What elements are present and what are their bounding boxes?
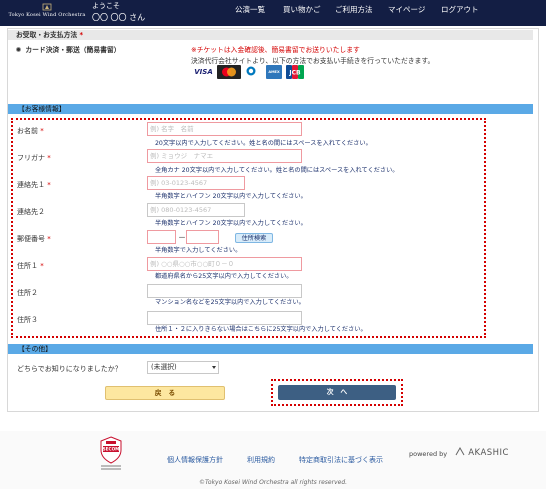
furigana-hint: 全角カナ 20文字以内で入力してください。姓と名の間にはスペースを入れてください… [155,167,399,174]
required-mark: * [47,181,51,189]
akashic-logo[interactable]: AKASHIC [455,446,509,458]
field-label-phone1: 連絡先１ * [17,180,51,190]
user-name: 〇〇 〇〇 さん [92,13,146,22]
label-text: フリガナ [17,154,45,162]
privacy-policy-link[interactable]: 個人情報保護方針 [167,455,223,465]
payment-option-label: カード決済・郵送（簡易書留） [25,46,121,54]
name-hint: 20文字以内で入力してください。姓と名の間にはスペースを入れてください。 [155,140,372,147]
back-button[interactable]: 戻 る [105,386,225,400]
secom-badge: SECOM [100,436,122,464]
akashic-mark-icon [455,446,465,456]
label-text: お名前 [17,127,38,135]
address1-input[interactable]: 例) ○○県○○市○○町０－０ [147,257,302,271]
referral-question: どちらでお知りになりましたか？ [17,365,122,373]
payment-note: 決済代行会社サイトより、以下の方法でお支払い手続きを行っていただきます。 [191,57,435,65]
address1-hint: 都道府県名から25文字以内で入力してください。 [155,273,293,280]
payment-option[interactable]: カード決済・郵送（簡易書留） [16,44,121,54]
field-label-furigana: フリガナ * [17,153,51,163]
payment-radio[interactable] [16,47,21,52]
site-logo[interactable]: Tokyo Kosei Wind Orchestra [5,3,89,18]
required-mark: * [40,127,44,135]
zip-hint: 半角数字で入力してください。 [155,247,242,254]
secom-seal-icon: SECOM [100,436,122,464]
address3-hint: 住所１・２に入りきらない場合はこちらに25文字以内で入力してください。 [155,326,367,333]
label-text: 連絡先１ [17,181,45,189]
required-mark: * [47,154,51,162]
field-label-phone2: 連絡先２ [17,208,45,216]
next-button[interactable]: 次 へ [278,385,396,400]
address2-hint: マンション名などを25文字以内で入力してください。 [155,299,305,306]
zip-separator: － [178,233,186,242]
commercial-law-link[interactable]: 特定商取引法に基づく表示 [299,455,383,465]
nav-my-page[interactable]: マイページ [388,4,425,15]
label-text: 郵便番号 [17,235,45,243]
terms-link[interactable]: 利用規約 [247,455,275,465]
customer-section-header: 【お客様情報】 [8,104,533,114]
address3-input[interactable] [147,311,302,325]
top-header: Tokyo Kosei Wind Orchestra ようこそ 〇〇 〇〇 さん… [0,0,546,26]
orchestra-crest-icon [42,3,52,11]
phone2-input[interactable]: 例) 080-0123-4567 [147,203,245,217]
name-input[interactable]: 例) 名字 名前 [147,122,302,136]
field-label-name: お名前 * [17,126,44,136]
nav-concert-list[interactable]: 公演一覧 [235,4,265,15]
zip-first-input[interactable] [147,230,176,244]
visa-logo: VISA [192,65,215,79]
zip-second-input[interactable] [186,230,219,244]
field-label-address1: 住所１ * [17,261,44,271]
powered-by-label: powered by [409,450,448,458]
required-mark: * [79,31,84,39]
nav-how-to-use[interactable]: ご利用方法 [335,4,373,15]
nav-cart[interactable]: 買い物かご [283,4,321,15]
field-label-address2: 住所２ [17,289,38,297]
field-label-zip: 郵便番号 * [17,234,51,244]
mastercard-logo [217,65,241,79]
furigana-input[interactable]: 例) ミョウジ ナマエ [147,149,302,163]
secom-seal-text: SECOM [103,447,120,452]
diners-logo [244,65,258,79]
svg-text:JCB: JCB [288,70,301,77]
payment-note-red: ※チケットは入金確認後、簡易書留でお送りいたします [191,46,360,54]
payment-section-title: お受取・お支払方法 [16,31,78,39]
amex-logo: AMEX [266,65,282,79]
welcome-label: ようこそ [92,2,120,10]
referral-select-value: (未選択) [151,363,177,371]
referral-select[interactable]: (未選択) [147,361,219,374]
label-text: 住所１ [17,262,38,270]
field-label-address3: 住所３ [17,316,38,324]
jcb-logo: JCB [286,65,304,79]
welcome-block: ようこそ 〇〇 〇〇 さん [92,2,145,22]
phone1-hint: 半角数字とハイフン 20文字以内で入力してください。 [155,193,307,200]
logo-text: Tokyo Kosei Wind Orchestra [8,12,86,18]
secom-caption [98,465,124,470]
payment-section-header: お受取・お支払方法 * [8,30,533,40]
address2-input[interactable] [147,284,302,298]
phone1-input[interactable]: 例) 03-0123-4567 [147,176,245,190]
copyright: ©Tokyo Kosei Wind Orchestra all rights r… [198,479,348,486]
chevron-down-icon [212,366,216,369]
required-mark: * [47,235,51,243]
phone2-hint: 半角数字とハイフン 20文字以内で入力してください。 [155,220,307,227]
akashic-text: AKASHIC [468,448,509,458]
nav-logout[interactable]: ログアウト [441,4,479,15]
other-section-header: 【その他】 [8,344,533,354]
required-mark: * [40,262,44,270]
address-search-button[interactable]: 住所検索 [235,233,273,243]
secom-seal[interactable]: SECOM [98,436,124,471]
